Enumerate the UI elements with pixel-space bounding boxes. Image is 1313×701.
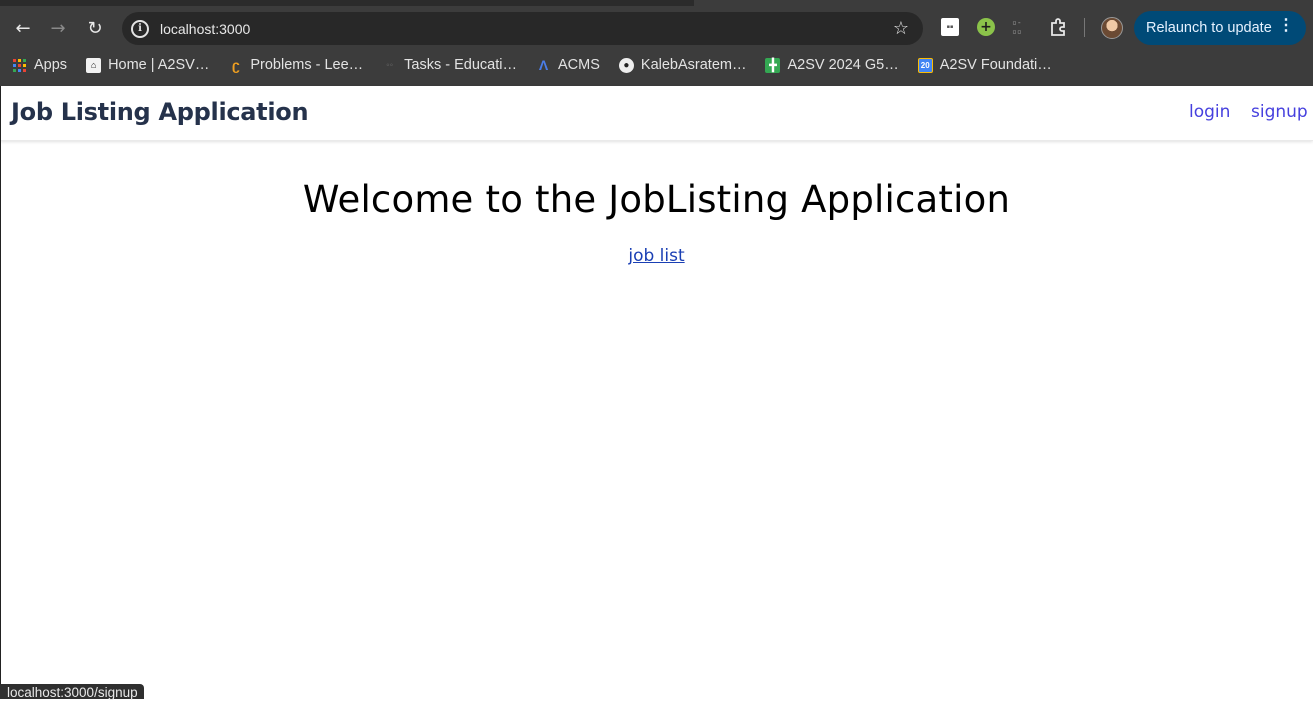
toolbar-separator <box>1084 18 1085 37</box>
calendar-icon: 20 <box>917 57 933 73</box>
app-brand-title: Job Listing Application <box>11 98 309 126</box>
window-left-border <box>0 86 1 699</box>
bookmark-label: Apps <box>34 57 68 73</box>
extension-dots-icon[interactable]: ▫-▫▫ <box>1012 18 1030 36</box>
job-list-link[interactable]: job list <box>628 246 684 266</box>
bookmark-home-a2sv[interactable]: ⌂ Home | A2SV… <box>86 57 209 73</box>
bookmark-label: Home | A2SV… <box>108 57 210 73</box>
status-bar-url: localhost:3000/signup <box>0 684 144 700</box>
forward-arrow-icon[interactable]: → <box>44 14 72 42</box>
bookmark-label: A2SV 2024 G5… <box>787 57 899 73</box>
back-arrow-icon[interactable]: ← <box>9 14 37 42</box>
extension-icon[interactable]: ▪▪ <box>941 18 959 36</box>
bookmark-a2sv-sheet[interactable]: ╋ A2SV 2024 G5… <box>765 57 899 73</box>
relaunch-button[interactable]: Relaunch to update ⋮ <box>1134 11 1306 45</box>
bookmark-github[interactable]: ● KalebAsratem… <box>618 57 747 73</box>
leetcode-icon: ʗ <box>231 57 240 73</box>
kebab-menu-icon[interactable]: ⋮ <box>1278 18 1294 34</box>
reload-icon[interactable]: ↻ <box>81 14 109 42</box>
login-link[interactable]: login <box>1189 102 1230 122</box>
tab-strip-edge <box>694 0 1313 6</box>
profile-avatar[interactable] <box>1101 17 1123 39</box>
address-bar-url[interactable]: localhost:3000 <box>160 21 250 37</box>
extensions-puzzle-icon[interactable] <box>1049 17 1069 37</box>
address-bar[interactable]: i localhost:3000 ☆ <box>122 12 923 45</box>
tasks-favicon: ◦◦ <box>386 59 394 71</box>
relaunch-label: Relaunch to update <box>1146 20 1272 36</box>
bookmark-label: Problems - Lee… <box>250 57 364 73</box>
bookmark-label: A2SV Foundati… <box>939 57 1052 73</box>
bookmark-apps[interactable]: Apps <box>12 57 67 73</box>
github-icon: ● <box>618 57 634 73</box>
acms-icon: Λ <box>538 57 549 73</box>
browser-chrome: ← → ↻ i localhost:3000 ☆ ▪▪ + ▫-▫▫ Relau… <box>0 0 1313 86</box>
bookmarks-bar: Apps ⌂ Home | A2SV… ʗ Problems - Lee… ◦◦… <box>0 50 1313 80</box>
bookmark-label: KalebAsratem… <box>640 57 747 73</box>
page-content: Job Listing Application login signup Wel… <box>0 86 1313 699</box>
job-list-container: job list <box>0 246 1313 266</box>
site-info-icon[interactable]: i <box>131 19 149 38</box>
bookmark-tasks[interactable]: ◦◦ Tasks - Educati… <box>382 57 517 73</box>
bookmark-label: ACMS <box>558 57 600 73</box>
bookmark-star-icon[interactable]: ☆ <box>893 18 909 39</box>
welcome-heading: Welcome to the JobListing Application <box>302 178 1011 221</box>
signup-link[interactable]: signup <box>1251 102 1308 122</box>
bookmark-acms[interactable]: Λ ACMS <box>536 57 600 73</box>
bookmark-label: Tasks - Educati… <box>404 57 517 73</box>
apps-grid-icon <box>12 58 27 73</box>
sheets-icon: ╋ <box>765 57 781 73</box>
home-favicon: ⌂ <box>86 57 102 73</box>
app-header: Job Listing Application login signup <box>0 86 1313 141</box>
add-extension-icon[interactable]: + <box>977 18 995 36</box>
bookmark-a2sv-foundation[interactable]: 20 A2SV Foundati… <box>917 57 1052 73</box>
bookmark-problems-leetcode[interactable]: ʗ Problems - Lee… <box>228 57 363 73</box>
